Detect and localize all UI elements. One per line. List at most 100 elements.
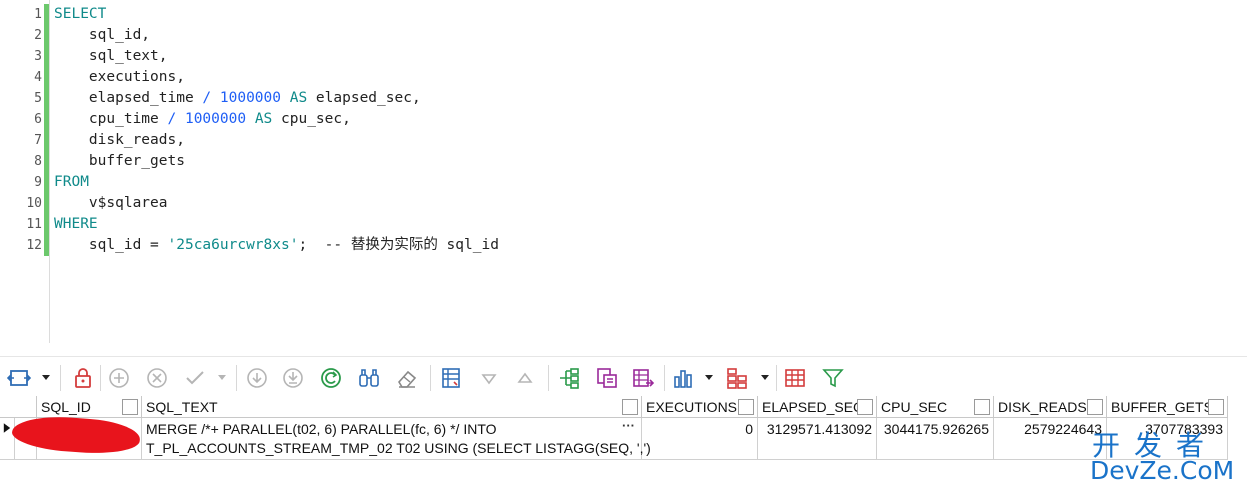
code-line[interactable]: elapsed_time / 1000000 AS elapsed_sec,	[54, 88, 1247, 109]
code-line[interactable]: cpu_time / 1000000 AS cpu_sec,	[54, 109, 1247, 130]
code-line[interactable]: sql_id = '25ca6urcwr8xs'; -- 替换为实际的 sql_…	[54, 235, 1247, 256]
column-header-label: ELAPSED_SEC	[762, 399, 864, 415]
chevron-down-icon[interactable]	[40, 370, 52, 384]
refresh-icon[interactable]	[318, 365, 344, 391]
code-token: disk_reads,	[54, 132, 185, 148]
column-filter-checkbox[interactable]	[622, 399, 638, 415]
line-number: 7	[34, 133, 42, 148]
column-header-label: BUFFER_GETS	[1111, 399, 1213, 415]
editor-gutter: 1 2 3 4 5 6 7 8 9 10 11 12	[0, 0, 50, 343]
watermark: 开发者 DevZe.CoM	[1088, 424, 1243, 486]
code-token: /	[202, 90, 212, 106]
column-filter-checkbox[interactable]	[738, 399, 754, 415]
tree-view-icon[interactable]	[556, 365, 582, 391]
column-filter-checkbox[interactable]	[974, 399, 990, 415]
chevron-down-icon[interactable]	[703, 370, 715, 384]
code-token: WHERE	[54, 216, 98, 232]
row-indicator[interactable]	[0, 418, 15, 460]
line-number: 12	[26, 238, 42, 253]
more-button[interactable]: ···	[622, 418, 635, 433]
cell-elapsed-sec[interactable]: 3129571.413092	[758, 418, 877, 460]
code-token: ; -- 替换为实际的 sql_id	[298, 237, 499, 253]
results-grid[interactable]: SQL_ID SQL_TEXT EXECUTIONS ELAPSED_SEC C…	[0, 396, 1247, 492]
add-row-icon[interactable]	[106, 365, 132, 391]
code-line[interactable]: executions,	[54, 67, 1247, 88]
code-token: AS	[289, 90, 308, 106]
line-numbers: 1 2 3 4 5 6 7 8 9 10 11 12	[0, 4, 42, 256]
column-header-buffer-gets[interactable]: BUFFER_GETS	[1107, 396, 1228, 418]
code-line[interactable]: sql_id,	[54, 25, 1247, 46]
column-header-label: SQL_ID	[41, 399, 91, 415]
code-line[interactable]: FROM	[54, 172, 1247, 193]
line-number: 1	[34, 7, 42, 22]
cell-cpu-sec[interactable]: 3044175.926265	[877, 418, 994, 460]
toolbar-separator	[60, 365, 61, 391]
code-line[interactable]: SELECT	[54, 4, 1247, 25]
grid-corner[interactable]	[0, 396, 37, 418]
export-icon[interactable]	[594, 365, 620, 391]
cell-value: 3129571.413092	[766, 421, 872, 437]
column-header-executions[interactable]: EXECUTIONS	[642, 396, 758, 418]
triangle-down-icon[interactable]	[476, 365, 502, 391]
filter-icon[interactable]	[820, 365, 846, 391]
column-header-sql-text[interactable]: SQL_TEXT	[142, 396, 642, 418]
toolbar-separator	[100, 365, 101, 391]
watermark-en: DevZe.CoM	[1090, 456, 1235, 485]
code-token: executions,	[54, 69, 185, 85]
line-number: 8	[34, 154, 42, 169]
cell-sql-text[interactable]: MERGE /*+ PARALLEL(t02, 6) PARALLEL(fc, …	[142, 418, 651, 460]
code-area[interactable]: SELECT sql_id, sql_text, executions, ela…	[54, 4, 1247, 256]
code-line[interactable]: buffer_gets	[54, 151, 1247, 172]
chevron-down-icon[interactable]	[216, 370, 228, 384]
column-header-elapsed-sec[interactable]: ELAPSED_SEC	[758, 396, 877, 418]
record-view-icon[interactable]	[438, 365, 464, 391]
checkmark-icon[interactable]	[182, 365, 208, 391]
code-line[interactable]: disk_reads,	[54, 130, 1247, 151]
line-number: 4	[34, 70, 42, 85]
cell-value-line-1: MERGE /*+ PARALLEL(t02, 6) PARALLEL(fc, …	[146, 421, 497, 437]
toolbar-separator	[548, 365, 549, 391]
toolbar-separator	[430, 365, 431, 391]
column-header-sql-id[interactable]: SQL_ID	[37, 396, 142, 418]
fetch-all-icon[interactable]	[280, 365, 306, 391]
results-toolbar	[0, 356, 1247, 396]
chevron-down-icon[interactable]	[759, 370, 771, 384]
triangle-up-icon[interactable]	[512, 365, 538, 391]
line-number: 5	[34, 91, 42, 106]
column-header-label: CPU_SEC	[881, 399, 948, 415]
binoculars-icon[interactable]	[356, 365, 382, 391]
current-row-arrow-icon	[3, 423, 11, 433]
code-token: sql_text,	[54, 48, 168, 64]
table-grid-icon[interactable]	[782, 365, 808, 391]
column-header-cpu-sec[interactable]: CPU_SEC	[877, 396, 994, 418]
column-filter-checkbox[interactable]	[1087, 399, 1103, 415]
code-token: elapsed_time	[54, 90, 203, 106]
delete-row-icon[interactable]	[144, 365, 170, 391]
eraser-icon[interactable]	[394, 365, 420, 391]
line-number: 2	[34, 28, 42, 43]
code-token: SELECT	[54, 6, 107, 22]
code-token: cpu_time	[54, 111, 168, 127]
fetch-next-icon[interactable]	[244, 365, 270, 391]
sql-editor[interactable]: 1 2 3 4 5 6 7 8 9 10 11 12 SELECT sql_id, sql_text,…	[0, 0, 1247, 343]
code-token: sql_id =	[54, 237, 168, 253]
cell-executions[interactable]: 0	[642, 418, 758, 460]
lock-icon[interactable]	[70, 365, 96, 391]
bar-chart-icon[interactable]	[670, 365, 696, 391]
column-filter-checkbox[interactable]	[1208, 399, 1224, 415]
fit-columns-icon[interactable]	[6, 365, 32, 391]
code-token: sql_id,	[54, 27, 151, 43]
import-icon[interactable]	[630, 365, 656, 391]
column-header-disk-reads[interactable]: DISK_READS	[994, 396, 1107, 418]
column-filter-checkbox[interactable]	[857, 399, 873, 415]
pivot-grid-icon[interactable]	[724, 365, 750, 391]
toolbar-separator	[236, 365, 237, 391]
code-line[interactable]: WHERE	[54, 214, 1247, 235]
code-line[interactable]: v$sqlarea	[54, 193, 1247, 214]
column-filter-checkbox[interactable]	[122, 399, 138, 415]
code-token: buffer_gets	[54, 153, 185, 169]
code-line[interactable]: sql_text,	[54, 46, 1247, 67]
